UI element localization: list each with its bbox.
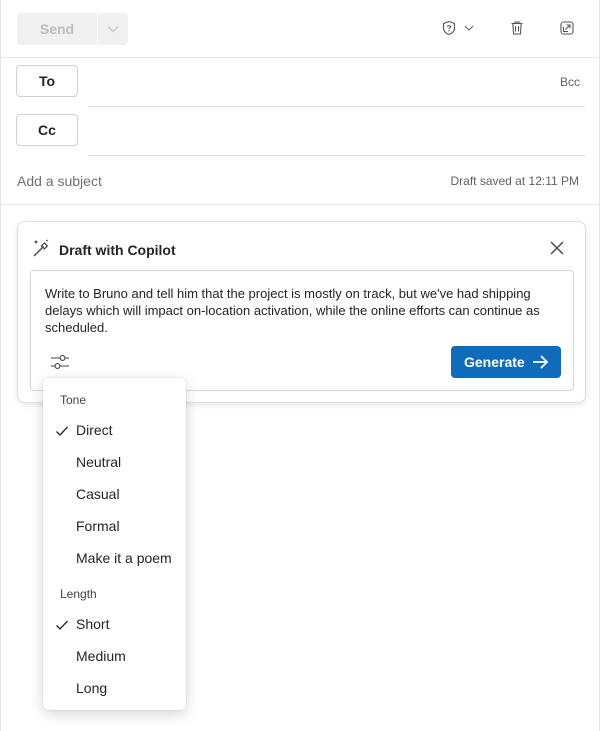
compose-window: Send To Bcc Cc Add a subject Draft saved… <box>0 0 600 731</box>
menu-item-direct[interactable]: Direct <box>43 416 186 446</box>
shield-question-icon <box>442 20 456 36</box>
menu-item-label: Medium <box>76 648 126 664</box>
menu-item-label: Direct <box>76 422 113 438</box>
menu-item-casual[interactable]: Casual <box>43 480 186 510</box>
bcc-link[interactable]: Bcc <box>560 75 580 89</box>
cc-field[interactable] <box>88 155 585 156</box>
generate-button[interactable]: Generate <box>451 346 561 378</box>
checkmark-icon <box>56 620 68 630</box>
sensitivity-dropdown[interactable] <box>463 22 475 34</box>
delete-button[interactable] <box>508 19 526 37</box>
menu-item-medium[interactable]: Medium <box>43 642 186 672</box>
copilot-draft-card: Draft with Copilot Write to Bruno and te… <box>17 221 586 403</box>
menu-item-make-it-a-poem[interactable]: Make it a poem <box>43 544 186 574</box>
subject-input[interactable]: Add a subject <box>17 173 102 189</box>
menu-item-short[interactable]: Short <box>43 610 186 640</box>
trash-icon <box>511 21 523 35</box>
tone-header: Tone <box>60 393 87 407</box>
magic-wand-icon <box>33 239 49 257</box>
adjust-settings-icon[interactable] <box>50 353 70 371</box>
to-button[interactable]: To <box>16 65 78 97</box>
menu-item-label: Casual <box>76 486 120 502</box>
cc-button[interactable]: Cc <box>16 114 78 146</box>
draft-saved-status: Draft saved at 12:11 PM <box>450 174 579 188</box>
menu-item-label: Make it a poem <box>76 550 172 566</box>
popout-icon <box>560 21 574 35</box>
menu-item-label: Formal <box>76 518 120 534</box>
menu-item-label: Neutral <box>76 454 122 470</box>
chevron-down-icon <box>464 25 474 31</box>
sensitivity-button[interactable] <box>440 19 458 37</box>
compose-toolbar: Send <box>1 0 600 58</box>
subject-divider <box>1 204 600 205</box>
checkmark-icon <box>56 426 68 436</box>
menu-item-long[interactable]: Long <box>43 674 186 704</box>
to-field[interactable] <box>88 106 585 107</box>
chevron-down-icon <box>107 26 119 33</box>
popout-button[interactable] <box>558 19 576 37</box>
copilot-title: Draft with Copilot <box>59 242 176 258</box>
menu-item-label: Short <box>76 616 110 632</box>
draft-options-menu: Tone Direct Neutral Casual Formal Make i… <box>43 378 186 710</box>
generate-label: Generate <box>464 354 525 370</box>
send-options-button[interactable] <box>97 13 128 45</box>
menu-item-neutral[interactable]: Neutral <box>43 448 186 478</box>
copilot-prompt-input[interactable]: Write to Bruno and tell him that the pro… <box>30 270 574 391</box>
arrow-right-icon <box>533 355 549 369</box>
close-icon[interactable] <box>549 240 565 256</box>
send-button[interactable]: Send <box>17 13 97 45</box>
length-header: Length <box>60 587 97 601</box>
send-button-group: Send <box>17 13 128 45</box>
menu-item-label: Long <box>76 680 108 696</box>
menu-item-formal[interactable]: Formal <box>43 512 186 542</box>
copilot-prompt-text: Write to Bruno and tell him that the pro… <box>45 286 540 335</box>
